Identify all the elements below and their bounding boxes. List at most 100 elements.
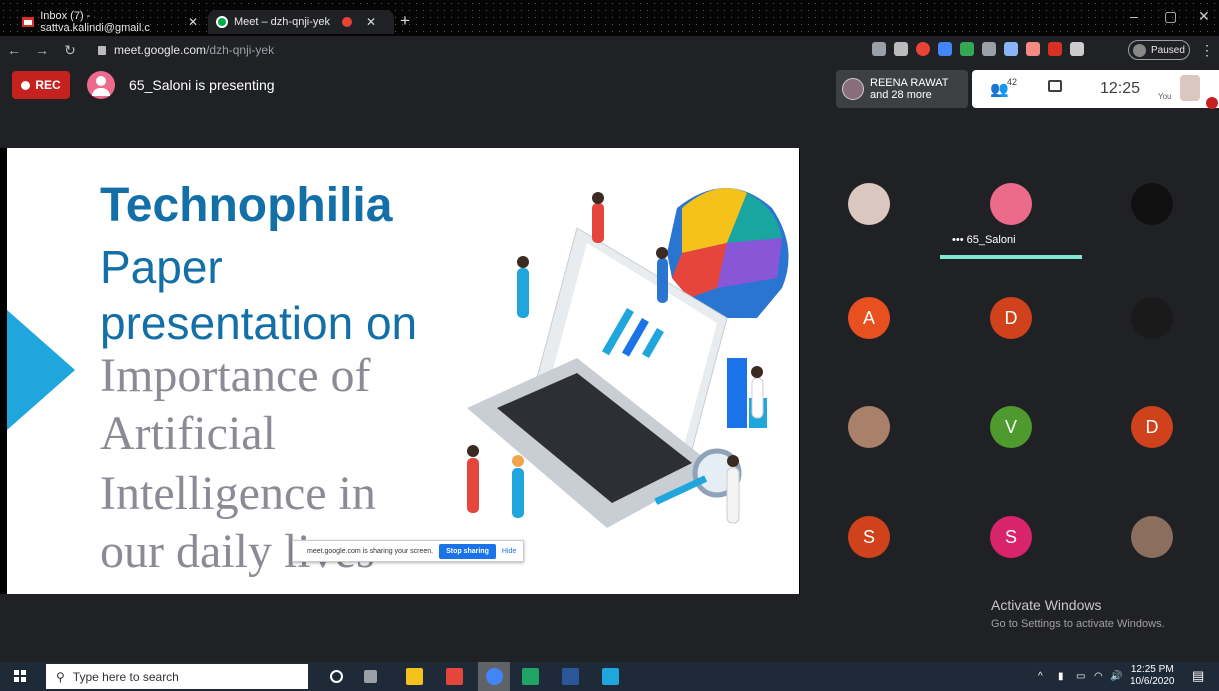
puzzle-icon[interactable] [1070,42,1084,56]
tray-icon[interactable]: ▮ [1058,671,1064,682]
security-icon[interactable] [446,668,463,685]
meeting-time: 12:25 [1100,80,1141,97]
participant-tile[interactable] [1131,516,1173,558]
meet-icon [216,16,228,28]
slide-line: presentation on [100,297,418,349]
participant-tile[interactable] [1131,297,1173,339]
clock-time: 12:25 PM [1130,664,1174,675]
participant-tile[interactable] [990,183,1032,225]
participant-tile[interactable]: D [990,297,1032,339]
activate-windows-title: Activate Windows [991,597,1102,613]
search-placeholder: Type here to search [72,669,179,684]
slide-line: Artificial [100,407,276,460]
extension-icon[interactable] [1048,42,1062,56]
tab-strip: Inbox (7) - sattva.kalindi@gmail.c ✕ Mee… [0,0,1219,36]
url-input[interactable]: meet.google.com/dzh-qnji-yek [92,39,862,61]
forward-icon[interactable]: → [28,42,56,58]
battery-icon[interactable]: ▭ [1076,671,1085,682]
stop-sharing-button[interactable]: Stop sharing [439,543,496,559]
tab-meet[interactable]: Meet – dzh-qnji-yek ✕ [208,10,394,34]
clock-date: 10/6/2020 [1130,676,1175,687]
profile-status: Paused [1151,44,1185,56]
close-window-icon[interactable]: ✕ [1198,8,1210,25]
speaking-name: ••• 65_Saloni [952,234,1016,246]
profile-button[interactable]: Paused [1128,40,1190,60]
back-icon[interactable]: ← [0,42,28,58]
task-view-icon[interactable] [364,670,377,683]
rec-label: REC [35,78,61,92]
tab-title: Meet – dzh-qnji-yek [234,16,330,28]
participant-tile[interactable]: S [848,516,890,558]
presenting-text: 65_Saloni is presenting [129,77,275,93]
close-tab-icon[interactable]: ✕ [366,15,376,29]
self-view[interactable] [1180,75,1200,101]
mic-off-icon [1206,97,1218,109]
slide-line: Paper [100,241,223,293]
share-message: meet.google.com is sharing your screen. [307,547,434,555]
close-tab-icon[interactable]: ✕ [188,15,198,29]
restore-icon[interactable]: ▢ [1164,8,1177,25]
url-path: /dzh-qnji-yek [206,43,275,57]
extension-icons [872,42,1084,56]
tab-title: Inbox (7) - sattva.kalindi@gmail.c [40,10,150,34]
screen-share-bar: meet.google.com is sharing your screen. … [292,540,524,562]
chat-icon[interactable] [1048,80,1062,92]
windows-start-icon[interactable] [14,670,26,682]
taskbar-clock[interactable]: 12:25 PM 10/6/2020 [1130,664,1175,688]
slide-line: Intelligence in [100,467,376,520]
tray-chevron-icon[interactable]: ^ [1038,671,1043,682]
tab-gmail[interactable]: Inbox (7) - sattva.kalindi@gmail.c ✕ [14,10,206,34]
extension-icon[interactable] [1004,42,1018,56]
extension-icon[interactable] [916,42,930,56]
star-icon[interactable] [894,42,908,56]
slide-line: Importance of [100,349,371,402]
extension-icon[interactable] [960,42,974,56]
you-label: You [1158,92,1172,101]
participants-grid: ••• 65_Saloni A D V D S S [800,148,1219,594]
ai-illustration [467,188,789,528]
extension-icon[interactable] [1026,42,1040,56]
meet-controls: 👥 42 12:25 You [972,70,1219,109]
participant-tile[interactable] [848,183,890,225]
avatar [1133,43,1146,57]
extension-icon[interactable] [938,42,952,56]
wifi-icon[interactable]: ◠ [1094,671,1103,682]
search-icon: ⚲ [56,669,65,684]
participant-tile[interactable] [848,406,890,448]
gmail-icon [22,17,35,27]
minimize-icon[interactable]: – [1130,8,1138,24]
hide-button[interactable]: Hide [502,548,516,555]
record-icon [21,80,31,90]
participant-tile[interactable]: D [1131,406,1173,448]
participant-count: 42 [1007,77,1018,87]
file-explorer-icon[interactable] [406,668,423,685]
activate-windows-subtitle: Go to Settings to activate Windows. [991,618,1165,630]
reload-icon[interactable]: ↻ [56,42,84,59]
extension-icon[interactable] [982,42,996,56]
volume-icon[interactable]: 🔊 [1110,671,1122,682]
slide-title: Technophilia [100,179,393,232]
arrow-shape [7,310,75,430]
participant-tile[interactable]: S [990,516,1032,558]
recording-badge[interactable]: REC [12,71,70,99]
app-icon[interactable] [602,668,619,685]
chrome-icon [486,668,503,685]
word-icon[interactable] [562,668,579,685]
participant-tile[interactable]: V [990,406,1032,448]
new-tab-icon[interactable]: + [400,11,410,31]
taskbar-search-input[interactable]: ⚲ Type here to search [46,664,308,689]
people-chip[interactable]: REENA RAWAT and 28 more [836,70,968,108]
participant-tile[interactable] [1131,183,1173,225]
avatar [842,78,864,100]
participant-tile[interactable]: A [848,297,890,339]
notifications-icon[interactable]: ▤ [1192,668,1204,684]
camera-icon[interactable] [872,42,886,56]
cortana-icon[interactable] [330,670,343,683]
speaking-indicator [940,255,1082,259]
excel-icon[interactable] [522,668,539,685]
screen: Inbox (7) - sattva.kalindi@gmail.c ✕ Mee… [0,0,1219,691]
presentation-slide: Technophilia Paper presentation on Impor… [7,148,799,594]
people-chip-name: REENA RAWAT [870,77,949,89]
people-icon[interactable]: 👥 [990,80,1009,98]
menu-icon[interactable]: ⋮ [1200,42,1214,59]
